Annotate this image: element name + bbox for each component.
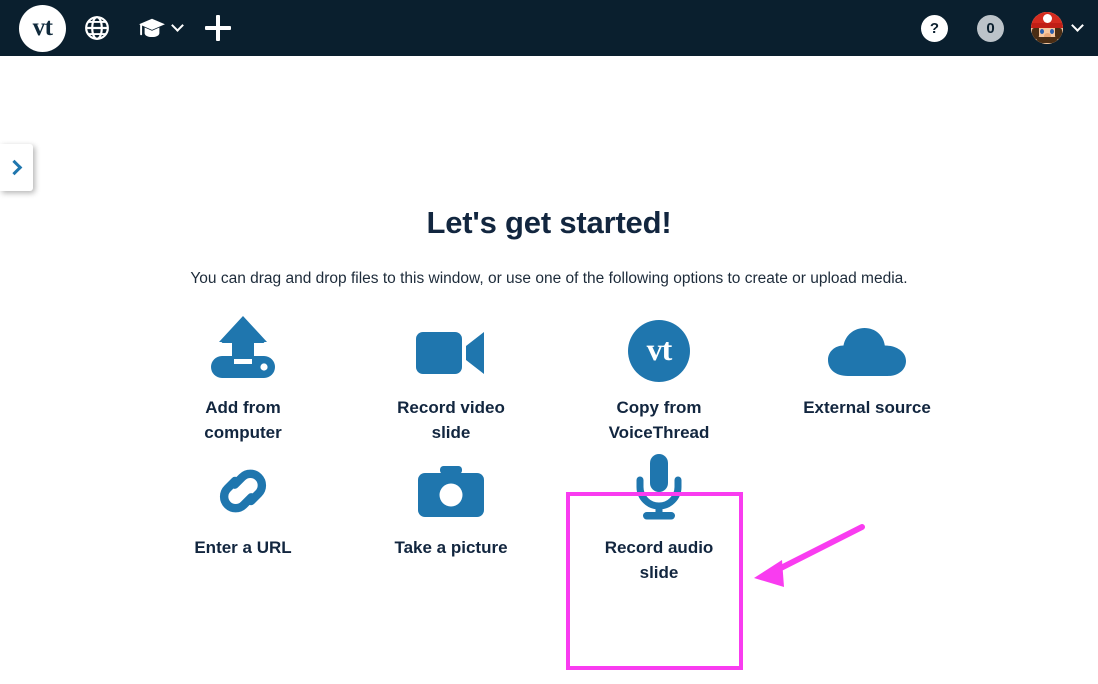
option-label: Record audio slide: [604, 538, 714, 583]
page-subtitle: You can drag and drop files to this wind…: [190, 270, 908, 287]
app-root: vt ? 0 Let's get started! You can drag a…: [0, 0, 1098, 684]
chevron-down-icon: [1071, 18, 1084, 32]
help-button[interactable]: ?: [921, 14, 948, 42]
option-label: Enter a URL: [194, 538, 292, 557]
main-content: Let's get started! You can drag and drop…: [0, 56, 1098, 684]
nav-right-group: ? 0: [921, 0, 1084, 56]
link-icon: [206, 446, 280, 522]
option-label: Take a picture: [394, 538, 508, 557]
option-record-video-slide[interactable]: Record video slide: [347, 306, 555, 446]
grid-empty-cell: [763, 446, 971, 606]
option-label: Add from computer: [204, 398, 282, 443]
voicethread-icon-text: vt: [646, 331, 673, 367]
voicethread-logo-text: vt: [32, 13, 53, 41]
nav-left-group: vt: [0, 0, 246, 56]
voicethread-logo[interactable]: vt: [19, 4, 66, 52]
option-enter-a-url[interactable]: Enter a URL: [139, 446, 347, 606]
media-options-grid: Add from computer Record video slide vt …: [139, 306, 999, 606]
globe-icon[interactable]: [66, 0, 128, 56]
expand-sidebar-handle[interactable]: [0, 144, 33, 191]
page-title: Let's get started!: [426, 205, 672, 240]
avatar: [1031, 12, 1063, 44]
upload-icon: [207, 306, 279, 382]
voicethread-icon: vt: [628, 306, 690, 382]
microphone-icon: [633, 446, 685, 522]
option-copy-from-voicethread[interactable]: vt Copy from VoiceThread: [555, 306, 763, 446]
option-take-a-picture[interactable]: Take a picture: [347, 446, 555, 606]
option-external-source[interactable]: External source: [763, 306, 971, 446]
option-label: Record video slide: [397, 398, 505, 443]
chevron-right-icon: [6, 159, 23, 176]
user-menu[interactable]: [1031, 12, 1084, 44]
notification-count-badge[interactable]: 0: [977, 14, 1004, 42]
camera-icon: [416, 446, 486, 522]
chevron-down-icon: [170, 18, 184, 32]
option-label: External source: [803, 398, 931, 417]
option-record-audio-slide[interactable]: Record audio slide: [555, 446, 763, 606]
plus-icon[interactable]: [190, 0, 246, 56]
cloud-icon: [826, 306, 908, 382]
option-add-from-computer[interactable]: Add from computer: [139, 306, 347, 446]
graduation-cap-icon[interactable]: [128, 0, 190, 56]
video-camera-icon: [414, 306, 488, 382]
option-label: Copy from VoiceThread: [608, 398, 710, 443]
top-navigation-bar: vt ? 0: [0, 0, 1098, 56]
